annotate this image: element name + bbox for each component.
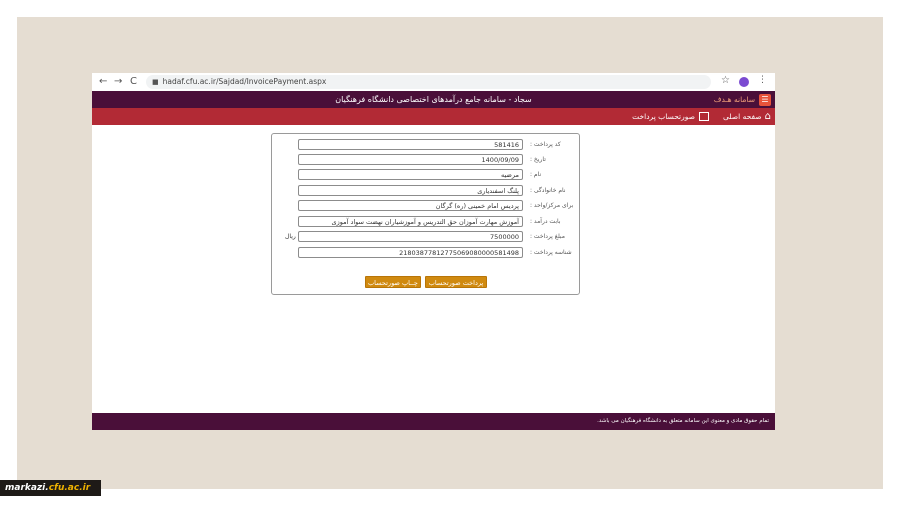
income-type-input[interactable]: آموزش مهارت آموزان حق التدریس و آموزشیار…: [298, 216, 523, 227]
url-text: hadaf.cfu.ac.ir/Sajdad/InvoicePayment.as…: [162, 77, 327, 86]
lock-icon: ■: [152, 78, 159, 86]
payment-id-input[interactable]: 21803877812775069080000581498: [298, 247, 523, 258]
site-header: سجاد - سامانه جامع درآمدهای اختصاصی دانش…: [92, 91, 775, 108]
nav-item-home[interactable]: ⌂ صفحه اصلی: [723, 108, 771, 125]
print-invoice-button[interactable]: چــاپ صورتحساب: [365, 276, 421, 288]
nav-invoice-label: صورتحساب پرداخت: [632, 112, 695, 121]
bookmark-star-icon[interactable]: ☆: [721, 75, 730, 86]
brand-logo-icon: ☰: [759, 93, 771, 106]
field-label: شناسه پرداخت :: [530, 249, 572, 256]
field-first-name: نام : مرضیه: [272, 169, 581, 181]
field-label: مبلغ پرداخت :: [530, 233, 565, 240]
watermark: markazi.cfu.ac.ir: [0, 480, 101, 496]
home-icon: ⌂: [764, 111, 771, 122]
nav-home-label: صفحه اصلی: [723, 112, 762, 121]
field-label: کد پرداخت :: [530, 141, 561, 148]
last-name-input[interactable]: پلنگ اسفندیاری: [298, 185, 523, 196]
pay-invoice-button[interactable]: پرداخت صورتحساب: [425, 276, 487, 288]
invoice-panel: کد پرداخت : 581416 تاریخ : 1400/09/09 نا…: [271, 133, 580, 295]
browser-window: ← → C ■ hadaf.cfu.ac.ir/Sajdad/InvoicePay…: [92, 73, 775, 430]
field-center: برای مرکز/واحد : پردیس امام خمینی (ره) گ…: [272, 200, 581, 212]
reload-icon[interactable]: C: [130, 74, 137, 90]
amount-input[interactable]: 7500000: [298, 231, 523, 242]
watermark-domain: cfu.ac.ir: [48, 483, 91, 493]
forward-icon[interactable]: →: [114, 74, 122, 90]
field-payment-code: کد پرداخت : 581416: [272, 139, 581, 151]
nav-item-invoice[interactable]: صورتحساب پرداخت: [632, 108, 709, 125]
main-nav: ⌂ صفحه اصلی صورتحساب پرداخت: [92, 108, 775, 125]
site-footer: تمام حقوق مادی و معنوی این سامانه متعلق …: [92, 413, 775, 430]
field-label: بابت درآمد :: [530, 218, 561, 225]
menu-icon[interactable]: ⋮: [758, 75, 767, 85]
brand-name: سامانه هـدف: [713, 95, 755, 104]
back-icon[interactable]: ←: [99, 74, 107, 90]
field-label: برای مرکز/واحد :: [530, 202, 574, 209]
invoice-icon: [699, 112, 709, 121]
field-last-name: نام خانوادگی : پلنگ اسفندیاری: [272, 185, 581, 197]
first-name-input[interactable]: مرضیه: [298, 169, 523, 180]
watermark-text: markazi.: [5, 483, 49, 493]
field-payment-id: شناسه پرداخت : 2180387781277506908000058…: [272, 247, 581, 259]
payment-code-input[interactable]: 581416: [298, 139, 523, 150]
browser-toolbar: ← → C ■ hadaf.cfu.ac.ir/Sajdad/InvoicePay…: [92, 73, 775, 91]
field-income-type: بابت درآمد : آموزش مهارت آموزان حق التدر…: [272, 216, 581, 228]
footer-copyright: تمام حقوق مادی و معنوی این سامانه متعلق …: [597, 418, 769, 424]
currency-unit: ریال: [285, 233, 296, 240]
center-input[interactable]: پردیس امام خمینی (ره) گرگان: [298, 200, 523, 211]
profile-avatar[interactable]: [739, 77, 749, 87]
field-date: تاریخ : 1400/09/09: [272, 154, 581, 166]
date-input[interactable]: 1400/09/09: [298, 154, 523, 165]
field-label: تاریخ :: [530, 156, 546, 163]
brand[interactable]: ☰ سامانه هـدف: [714, 93, 771, 106]
site-title: سجاد - سامانه جامع درآمدهای اختصاصی دانش…: [335, 95, 532, 104]
field-label: نام :: [530, 171, 542, 178]
address-bar[interactable]: ■ hadaf.cfu.ac.ir/Sajdad/InvoicePayment.a…: [146, 75, 711, 89]
field-amount: مبلغ پرداخت : 7500000 ریال: [272, 231, 581, 243]
field-label: نام خانوادگی :: [530, 187, 566, 194]
